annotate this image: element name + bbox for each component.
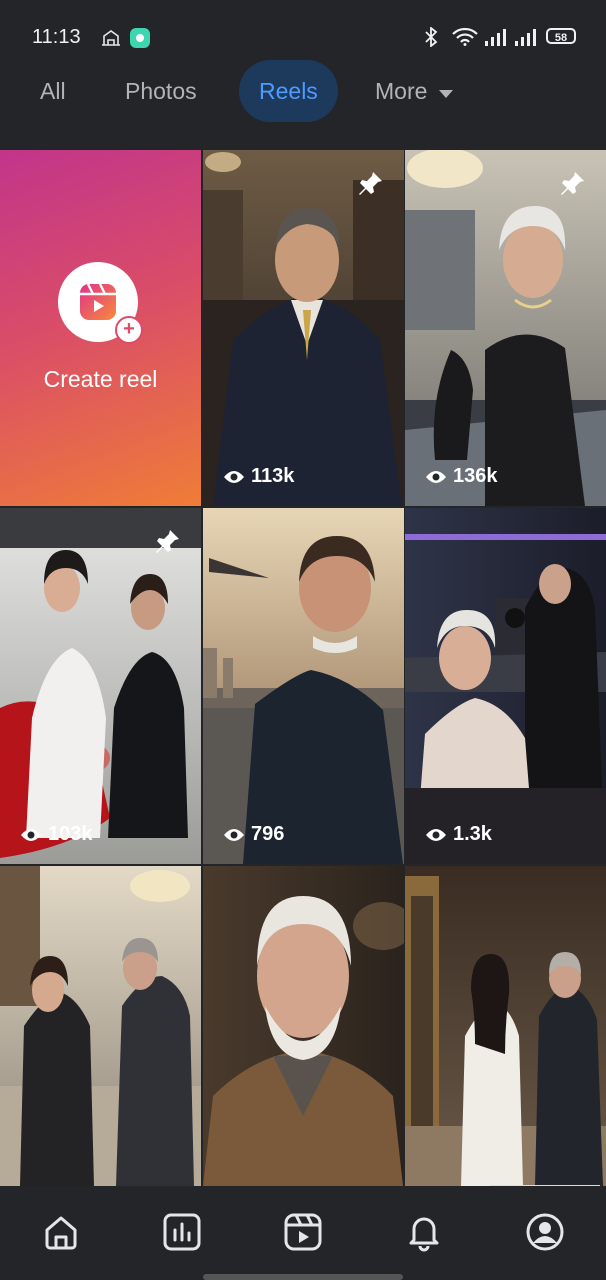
eye-icon [426,470,446,483]
view-count: 1.3k [425,823,492,846]
pin-icon [155,528,181,559]
reels-icon[interactable] [283,1212,323,1252]
reel-image [405,866,606,1186]
wifi-icon [452,27,478,51]
reel-thumbnail[interactable] [203,866,404,1186]
notifications-icon[interactable] [404,1212,444,1252]
app-notification-icon [129,27,151,54]
reel-thumbnail[interactable]: 113k [203,150,404,506]
signal-icon [514,27,538,52]
reel-image [405,150,606,506]
bottom-navigation [0,1186,606,1280]
create-reel-tile[interactable]: + Create reel [0,150,201,506]
caret-down-icon [438,60,454,122]
eye-icon [21,828,41,841]
tab-photos[interactable]: Photos [125,60,197,122]
signal-icon [484,27,508,52]
view-count: 113k [223,465,294,488]
reel-image [0,866,201,1186]
plus-icon: + [115,316,143,344]
filter-tabs: All Photos Reels More [0,60,606,122]
status-time: 11:13 [32,26,81,48]
reel-image [203,508,404,864]
reel-thumbnail[interactable] [0,866,201,1186]
eye-icon [224,828,244,841]
insights-icon[interactable] [162,1212,202,1252]
eye-icon [426,828,446,841]
carrier-icon [100,27,122,52]
profile-icon[interactable] [525,1212,565,1252]
home-indicator [203,1274,403,1280]
reel-thumbnail[interactable]: 796 [203,508,404,864]
eye-icon [224,470,244,483]
reel-image [203,866,404,1186]
home-icon[interactable] [41,1212,81,1252]
reel-image [203,150,404,506]
reel-thumbnail[interactable]: 1.3k [405,508,606,864]
view-count: 796 [223,823,284,846]
reel-thumbnail[interactable]: 103k [0,508,201,864]
create-reel-label: Create reel [43,366,158,392]
reel-image [405,508,606,864]
reel-thumbnail[interactable] [405,866,606,1186]
reel-image [0,508,201,864]
reels-grid: + Create reel 113k 136k 103k 796 1.3k [0,150,606,1186]
bluetooth-icon [422,26,440,52]
view-count: 136k [425,465,498,488]
pin-icon [358,170,384,201]
view-count: 103k [20,823,93,846]
reel-thumbnail[interactable]: 136k [405,150,606,506]
tab-reels[interactable]: Reels [239,60,338,122]
pin-icon [560,170,586,201]
battery-icon: 58 [546,28,576,44]
tab-all[interactable]: All [40,60,66,122]
tab-more[interactable]: More [375,60,454,122]
